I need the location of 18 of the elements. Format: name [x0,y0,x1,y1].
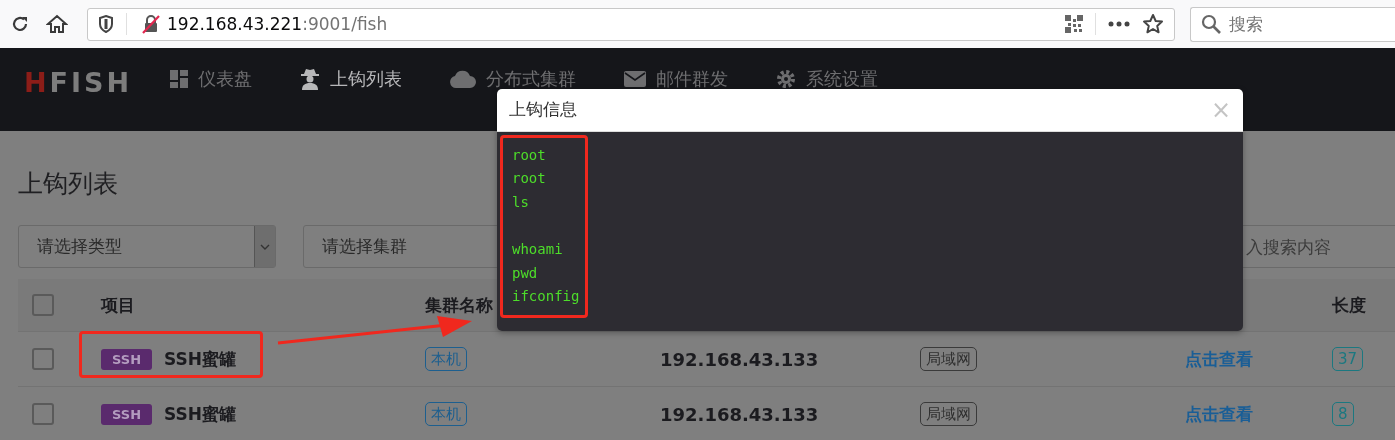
column-header: 集群名称 [425,293,493,317]
command-log: root root ls whoami pwd ifconfig [512,145,580,307]
protocol-tag: SSH [101,403,153,425]
column-header: 项目 [101,293,135,317]
protocol-tag: SSH [101,348,153,370]
cluster-tag: 本机 [425,347,467,371]
length-badge: 8 [1332,402,1354,426]
cluster-tag: 本机 [425,402,467,426]
column-header: 长度 [1332,293,1366,317]
network-tag: 局域网 [920,347,977,371]
project-name: SSH蜜罐 [164,402,236,426]
page-title: 上钩列表 [18,167,118,200]
ip-address: 192.168.43.133 [660,403,819,425]
length-badge: 37 [1332,347,1364,371]
network-tag: 局域网 [920,402,977,426]
ip-address: 192.168.43.133 [660,348,819,370]
dialog-title: 上钩信息 [509,98,577,122]
project-name: SSH蜜罐 [164,347,236,371]
